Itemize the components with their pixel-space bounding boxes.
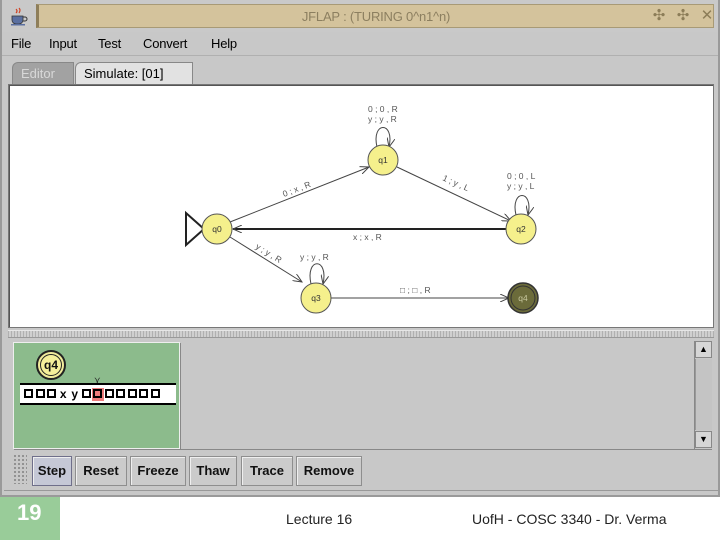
menu-test[interactable]: Test: [98, 36, 121, 51]
tape-cell: y: [71, 386, 79, 401]
tape-cell-head: [92, 387, 104, 401]
remove-button[interactable]: Remove: [296, 456, 362, 486]
edge-label-q3-q4: □ ; □ , R: [400, 285, 431, 295]
tape-cell: [35, 388, 47, 401]
loop-label-q2-a: 0 ; 0 , L: [507, 171, 536, 181]
vertical-scrollbar[interactable]: ▲ ▼: [694, 341, 712, 449]
state-q1[interactable]: q1: [367, 144, 399, 176]
edge-q0-q3[interactable]: [229, 236, 302, 282]
tape-cell: [138, 388, 150, 401]
toolbar-grip[interactable]: [13, 454, 27, 484]
loop-label-q1-a: 0 ; 0 , R: [368, 104, 398, 114]
menu-convert[interactable]: Convert: [143, 36, 187, 51]
state-q2[interactable]: q2: [505, 213, 537, 245]
tape-cell: [104, 388, 116, 401]
maximize-icon[interactable]: ✣: [675, 8, 691, 24]
window-title: JFLAP : (TURING 0^n1^n): [301, 9, 451, 24]
step-button[interactable]: Step: [32, 456, 72, 486]
reset-button[interactable]: Reset: [75, 456, 127, 486]
state-label-q2: q2: [516, 224, 526, 234]
state-q3[interactable]: q3: [300, 282, 332, 314]
tape-cell: x: [59, 386, 67, 401]
loop-q1[interactable]: [375, 127, 390, 148]
scroll-down-button[interactable]: ▼: [695, 431, 712, 448]
state-q4[interactable]: q4: [507, 282, 539, 314]
pane-separator: [180, 449, 712, 450]
configuration-box[interactable]: q4 ⋎ xy: [13, 342, 180, 449]
current-state-label: q4: [40, 354, 62, 376]
thaw-button[interactable]: Thaw: [189, 456, 237, 486]
footer-course: UofH - COSC 3340 - Dr. Verma: [472, 511, 667, 527]
tape: xy: [20, 383, 176, 405]
loop-label-q2-b: y ; y , L: [507, 181, 535, 191]
edge-q1-q2[interactable]: [396, 166, 511, 221]
automaton-diagram: 0 ; x , R 1 ; y , L x ; x , R y ; y , R …: [185, 104, 539, 314]
state-q0[interactable]: q0: [201, 213, 233, 245]
loop-label-q1-b: y ; y , R: [368, 114, 397, 124]
tape-cell: [115, 388, 127, 401]
initial-state-marker: [185, 210, 206, 248]
state-label-q0: q0: [212, 224, 222, 234]
java-coffee-cup-icon[interactable]: [8, 6, 28, 26]
tape-cell: [81, 388, 93, 401]
tab-simulate[interactable]: Simulate: [01]: [75, 62, 193, 84]
loop-q3[interactable]: [309, 263, 324, 284]
loop-q2[interactable]: [514, 195, 529, 216]
tape-cell: [150, 388, 162, 401]
status-strip: [4, 490, 718, 495]
edge-q0-q1[interactable]: [229, 167, 369, 223]
slide-number: 19: [0, 497, 60, 540]
minimize-icon[interactable]: ✣: [651, 8, 667, 24]
footer-lecture: Lecture 16: [286, 511, 353, 527]
title-strip[interactable]: JFLAP : (TURING 0^n1^n) ✣ ✣ ✕: [36, 4, 714, 28]
scroll-track[interactable]: [695, 359, 712, 430]
scroll-up-button[interactable]: ▲: [695, 341, 712, 358]
freeze-button[interactable]: Freeze: [130, 456, 186, 486]
state-label-q3: q3: [311, 293, 321, 303]
menu-bar: File Input Test Convert Help: [2, 32, 718, 56]
close-icon[interactable]: ✕: [699, 8, 715, 24]
simulation-pane: q4 ⋎ xy ▲ ▼: [10, 340, 714, 452]
tab-editor[interactable]: Editor: [12, 62, 74, 84]
menu-help[interactable]: Help: [211, 36, 237, 51]
state-label-q1: q1: [378, 155, 388, 165]
tape-cell: [46, 388, 58, 401]
title-bar: JFLAP : (TURING 0^n1^n) ✣ ✣ ✕: [2, 0, 718, 32]
loop-label-q3: y ; y , R: [300, 252, 329, 262]
trace-button[interactable]: Trace: [241, 456, 293, 486]
tape-cell: [23, 388, 35, 401]
menu-input[interactable]: Input: [49, 36, 77, 51]
jflap-window: JFLAP : (TURING 0^n1^n) ✣ ✣ ✕ File Input…: [0, 0, 720, 497]
edge-label-q2-q0: x ; x , R: [353, 232, 382, 242]
menu-file[interactable]: File: [11, 36, 31, 51]
automaton-canvas[interactable]: 0 ; x , R 1 ; y , L x ; x , R y ; y , R …: [8, 84, 714, 328]
split-pane-divider[interactable]: [8, 330, 714, 338]
state-label-q4: q4: [518, 293, 528, 303]
tape-cell: [127, 388, 139, 401]
current-state-badge: q4: [36, 350, 66, 380]
